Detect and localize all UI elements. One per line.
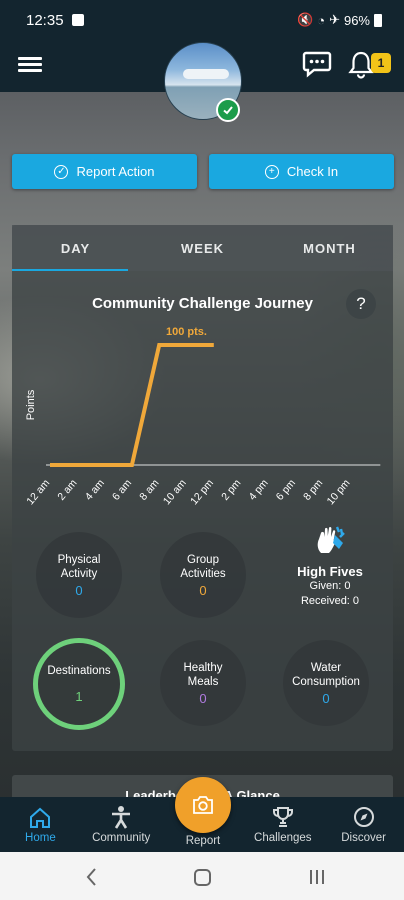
system-nav-bar bbox=[0, 852, 404, 900]
plus-circle-icon: + bbox=[264, 164, 279, 179]
hamburger-menu-button[interactable] bbox=[18, 54, 42, 76]
chart-tick-label: 2 pm bbox=[219, 477, 243, 503]
home-system-icon[interactable] bbox=[194, 869, 211, 886]
notification-badge: 1 bbox=[371, 53, 391, 73]
chart-tick-label: 8 am bbox=[137, 477, 161, 503]
chart-tick-label: 12 pm bbox=[188, 477, 216, 507]
water-consumption-label-2: Consumption bbox=[292, 675, 360, 688]
chart-tick-label: 6 pm bbox=[274, 477, 298, 503]
physical-activity-label-1: Physical bbox=[57, 553, 101, 566]
back-icon[interactable] bbox=[86, 868, 96, 886]
water-consumption-stat[interactable]: Water Consumption 0 bbox=[283, 640, 369, 726]
journey-panel: DAY WEEK MONTH Community Challenge Journ… bbox=[12, 225, 393, 751]
nav-community[interactable]: Community bbox=[81, 797, 162, 852]
healthy-meals-stat[interactable]: Healthy Meals 0 bbox=[160, 640, 246, 726]
group-activities-value: 0 bbox=[199, 582, 207, 598]
high-fives-given: Given: 0 bbox=[309, 580, 351, 592]
nav-report-label: Report bbox=[185, 835, 221, 847]
check-circle-icon: ✓ bbox=[54, 164, 69, 179]
chart-tick-label: 10 pm bbox=[325, 477, 353, 507]
chart-tick-label: 12 am bbox=[24, 477, 52, 507]
chart-tick-label: 8 pm bbox=[301, 477, 325, 503]
chart-y-label: Points bbox=[25, 389, 37, 420]
trophy-icon bbox=[272, 807, 293, 827]
group-activities-label-1: Group bbox=[187, 553, 219, 566]
nav-discover[interactable]: Discover bbox=[323, 797, 404, 852]
wifi-icon: ◔ bbox=[317, 12, 326, 28]
status-bar: 12:35 🔇 ◔ ✈ 96% bbox=[0, 0, 404, 40]
recents-icon[interactable] bbox=[310, 870, 324, 884]
nav-community-label: Community bbox=[92, 832, 151, 844]
physical-activity-label-2: Activity bbox=[60, 567, 98, 580]
chart-tick-label: 4 pm bbox=[247, 477, 271, 503]
community-icon bbox=[112, 806, 131, 829]
chart-series-line bbox=[50, 343, 214, 467]
airplane-icon: ✈ bbox=[329, 12, 340, 27]
nav-discover-label: Discover bbox=[341, 832, 386, 844]
nav-home-label: Home bbox=[25, 832, 56, 844]
physical-activity-value: 0 bbox=[75, 582, 83, 598]
chat-icon[interactable] bbox=[302, 50, 332, 78]
gallery-notification-icon bbox=[71, 14, 84, 26]
group-activities-stat[interactable]: Group Activities 0 bbox=[160, 532, 246, 618]
battery-percent: 96% bbox=[343, 12, 370, 28]
check-in-button[interactable]: + Check In bbox=[209, 154, 394, 189]
group-activities-label-2: Activities bbox=[180, 567, 226, 580]
battery-icon bbox=[374, 13, 382, 27]
chart-tick-label: 4 am bbox=[83, 477, 107, 503]
destinations-value: 1 bbox=[75, 689, 83, 704]
water-consumption-label-1: Water bbox=[310, 661, 342, 674]
high-fives-title: High Fives bbox=[297, 564, 363, 579]
verified-check-icon bbox=[216, 98, 240, 122]
destinations-label: Destinations bbox=[47, 665, 111, 677]
water-consumption-value: 0 bbox=[322, 690, 330, 706]
report-action-button[interactable]: ✓ Report Action bbox=[12, 154, 197, 189]
camera-icon bbox=[193, 796, 213, 814]
high-five-icon bbox=[317, 526, 345, 553]
nav-home[interactable]: Home bbox=[0, 797, 81, 852]
chart-peak-label: 100 pts. bbox=[166, 326, 207, 338]
healthy-meals-label-1: Healthy bbox=[183, 661, 223, 674]
nav-challenges-label: Challenges bbox=[254, 832, 312, 844]
status-time: 12:35 bbox=[26, 11, 64, 29]
healthy-meals-label-2: Meals bbox=[187, 675, 219, 688]
high-fives-block[interactable]: High Fives Given: 0 Received: 0 bbox=[280, 525, 380, 609]
journey-chart: Points 12 am 2 am 4 am 6 am 8 am 10 am 12 pm 2 p… bbox=[24, 326, 381, 507]
chart-tick-label: 2 am bbox=[55, 477, 79, 503]
chart-tick-label: 6 am bbox=[110, 477, 134, 503]
healthy-meals-value: 0 bbox=[199, 690, 207, 706]
high-fives-received: Received: 0 bbox=[300, 595, 360, 607]
report-camera-button[interactable] bbox=[175, 777, 231, 833]
mute-icon: 🔇 bbox=[297, 12, 314, 27]
check-in-label: Check In bbox=[286, 164, 339, 179]
destinations-stat[interactable]: Destinations 1 bbox=[33, 638, 125, 730]
chart-tick-label: 10 am bbox=[161, 477, 189, 507]
compass-icon bbox=[353, 807, 374, 827]
nav-challenges[interactable]: Challenges bbox=[242, 797, 323, 852]
physical-activity-stat[interactable]: Physical Activity 0 bbox=[36, 532, 122, 618]
home-icon bbox=[30, 807, 51, 828]
report-action-label: Report Action bbox=[76, 164, 155, 179]
